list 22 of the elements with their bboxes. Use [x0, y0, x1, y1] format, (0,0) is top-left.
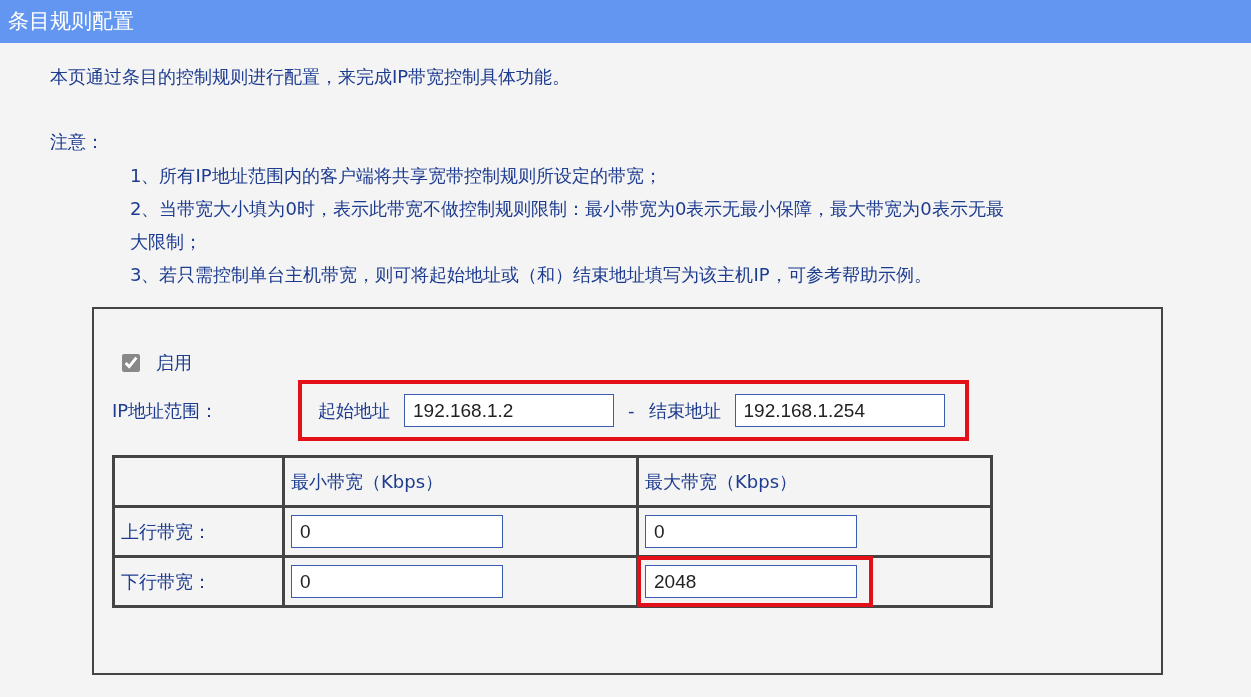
bandwidth-field[interactable]: 0	[645, 515, 857, 548]
intro-text: 本页通过条目的控制规则进行配置，来完成IP带宽控制具体功能。	[50, 65, 572, 89]
bandwidth-field[interactable]: 0	[291, 515, 503, 548]
checkbox-label: 启用	[156, 351, 192, 375]
column-header: 最小带宽（Kbps）	[283, 456, 638, 507]
field-label: 起始地址	[318, 399, 390, 423]
row-label: 下行带宽：	[113, 556, 284, 607]
end-address-field[interactable]: 192.168.1.254	[734, 394, 945, 427]
notes-heading: 注意：	[50, 130, 105, 154]
bandwidth-field[interactable]: 2048	[645, 565, 857, 598]
start-address-field[interactable]: 192.168.1.2	[404, 394, 614, 427]
note-text: 3、若只需控制单台主机带宽，则可将起始地址或（和）结束地址填写为该主机IP，可参考帮助示例。	[130, 263, 933, 287]
enable-checkbox[interactable]	[122, 353, 140, 372]
column-header: 最大带宽（Kbps）	[637, 456, 992, 507]
field-label: 结束地址	[648, 399, 721, 423]
separator-text: -	[628, 399, 635, 423]
page-title: 条目规则配置	[0, 0, 1251, 43]
note-text: 1、所有IP地址范围内的客户端将共享宽带控制规则所设定的带宽；	[130, 164, 663, 188]
bandwidth-field[interactable]: 0	[291, 565, 503, 598]
row-label: 上行带宽：	[113, 506, 284, 557]
field-label: IP地址范围：	[112, 399, 220, 423]
note-text: 2、当带宽大小填为0时，表示此带宽不做控制规则限制：最小带宽为0表示无最小保障，最大带宽为0表示无最大限制；	[130, 197, 1005, 254]
